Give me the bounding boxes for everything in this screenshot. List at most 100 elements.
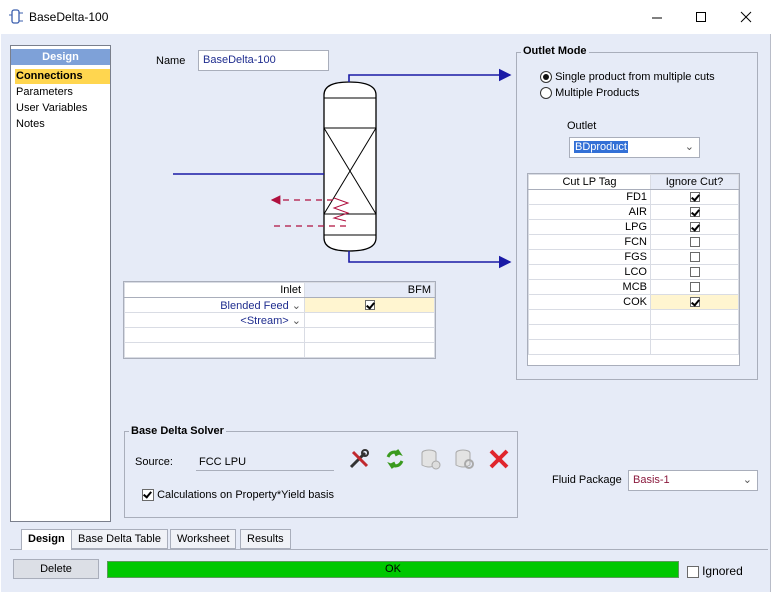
cut-tag-header: Cut LP Tag [528,174,651,190]
chevron-down-icon[interactable]: ⌄ [292,315,301,327]
tab-base-delta-table[interactable]: Base Delta Table [71,529,168,549]
ignored-checkbox[interactable] [687,566,699,579]
ignore-cut-header: Ignore Cut? [650,174,739,190]
design-nav-panel: Design Connections Parameters User Varia… [10,45,111,522]
ignore-cut-cell[interactable] [650,249,739,265]
ignore-cut-checkbox[interactable] [689,267,700,278]
cut-row: LPG [528,219,739,235]
bottom-outlet-stream[interactable] [348,251,512,269]
cut-row: LCO [528,264,739,280]
empty-cell [528,309,651,325]
fluid-package-select[interactable]: Basis-1 ⌄ [628,470,758,491]
empty-row [528,339,739,355]
ignore-cut-checkbox[interactable] [689,222,700,233]
chevron-down-icon[interactable]: ⌄ [685,138,694,157]
inlet-stream-value: Blended Feed [220,299,289,312]
ignore-cut-checkbox[interactable] [689,297,700,308]
source-label: Source: [135,456,173,468]
ignore-cut-cell[interactable] [650,234,739,250]
cuts-table: Cut LP Tag Ignore Cut? FD1 AIR LPG FCN FGS LC… [528,174,739,355]
tab-divider [10,549,768,550]
nav-item-user-variables[interactable]: User Variables [15,101,110,116]
app-icon [9,9,23,24]
cut-tag-cell: COK [528,294,651,310]
cut-tag-cell: FD1 [528,189,651,205]
ignore-cut-checkbox[interactable] [689,252,700,263]
ignore-cut-checkbox[interactable] [689,282,700,293]
ignore-cut-cell[interactable] [650,294,739,310]
database-icon[interactable] [417,446,443,472]
ignored-option[interactable]: Ignored [687,564,743,579]
empty-cell [528,324,651,340]
outlet-mode-title: Outlet Mode [521,45,589,57]
inlet-stream-select[interactable]: Blended Feed ⌄ [124,297,305,313]
ignore-cut-cell[interactable] [650,279,739,295]
cut-tag-cell: LPG [528,219,651,235]
calc-basis-label: Calculations on Property*Yield basis [157,489,334,501]
empty-cell [650,339,739,355]
calc-basis-option[interactable]: Calculations on Property*Yield basis [142,489,334,502]
cut-row: MCB [528,279,739,295]
option-single-label: Single product from multiple cuts [555,71,715,83]
outlet-select[interactable]: BDproduct ⌄ [569,137,700,158]
ignore-cut-cell[interactable] [650,264,739,280]
nav-item-parameters[interactable]: Parameters [15,85,110,100]
ignore-cut-cell[interactable] [650,219,739,235]
empty-cell [124,327,305,343]
title-bar: BaseDelta-100 [0,0,773,34]
bfm-header: BFM [304,282,435,298]
top-outlet-stream[interactable] [348,68,512,82]
fluid-package-label: Fluid Package [552,474,622,486]
cut-row: COK [528,294,739,310]
tools-icon[interactable] [346,446,372,472]
bfm-checkbox[interactable] [364,300,375,311]
cut-row: AIR [528,204,739,220]
empty-row [528,324,739,340]
nav-item-notes[interactable]: Notes [15,117,110,132]
calc-basis-checkbox[interactable] [142,489,154,502]
chevron-down-icon[interactable]: ⌄ [743,471,752,490]
column-diagram [173,68,512,269]
bfm-cell[interactable] [304,312,435,328]
delete-button[interactable]: Delete [13,559,99,579]
tab-results[interactable]: Results [240,529,291,549]
ignore-cut-checkbox[interactable] [689,207,700,218]
ignore-cut-cell[interactable] [650,189,739,205]
tab-worksheet[interactable]: Worksheet [170,529,237,549]
database-settings-icon[interactable] [451,446,477,472]
bfm-cell[interactable] [304,297,435,313]
ignore-cut-checkbox[interactable] [689,192,700,203]
cut-row: FD1 [528,189,739,205]
inlet-stream-value: <Stream> [240,314,289,327]
cut-tag-cell: MCB [528,279,651,295]
empty-row [528,309,739,325]
empty-cell [528,339,651,355]
tab-design[interactable]: Design [21,529,72,550]
inlet-table: Inlet BFM Blended Feed ⌄ <Stream> ⌄ [124,282,435,358]
outlet-option-multiple[interactable]: Multiple Products [540,87,639,100]
minimize-icon[interactable] [634,0,680,34]
outlet-option-single[interactable]: Single product from multiple cuts [540,71,715,84]
nav-item-connections[interactable]: Connections [15,69,110,84]
cut-tag-cell: AIR [528,204,651,220]
ignored-label: Ignored [702,564,743,578]
radio-multiple[interactable] [540,87,552,100]
cut-tag-cell: FGS [528,249,651,265]
ignore-cut-checkbox[interactable] [689,237,700,248]
ignore-cut-cell[interactable] [650,204,739,220]
radio-single[interactable] [540,71,552,84]
inlet-stream-select[interactable]: <Stream> ⌄ [124,312,305,328]
chevron-down-icon[interactable]: ⌄ [292,300,301,312]
maximize-icon[interactable] [678,0,724,34]
outlet-label: Outlet [567,120,597,132]
cut-row: FCN [528,234,739,250]
window-title: BaseDelta-100 [29,10,109,24]
refresh-icon[interactable] [382,446,408,472]
solver-title: Base Delta Solver [129,425,226,437]
empty-cell [124,342,305,358]
nav-header: Design [11,49,110,65]
empty-cell [650,309,739,325]
source-value: FCC LPU [196,453,334,471]
close-icon[interactable] [723,0,769,34]
delete-icon[interactable] [486,446,512,472]
